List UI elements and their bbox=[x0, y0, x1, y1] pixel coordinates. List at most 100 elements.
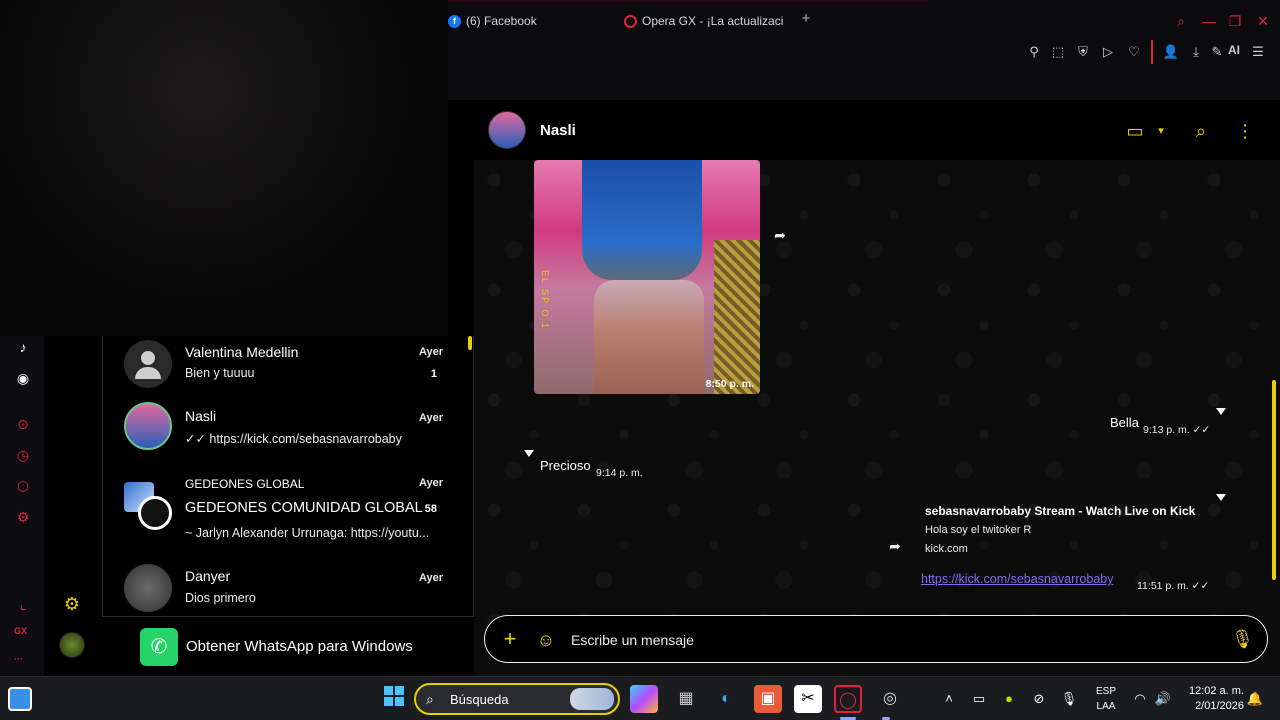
message-link[interactable]: https://kick.com/sebasnavarrobaby bbox=[921, 572, 1113, 586]
avatar bbox=[124, 402, 172, 450]
history-icon[interactable]: ◷ bbox=[13, 445, 33, 465]
microphone-icon[interactable]: 🎙 bbox=[1231, 628, 1254, 650]
shield-icon[interactable]: ⛨ bbox=[1074, 43, 1092, 61]
account-icon[interactable]: 👤 bbox=[1162, 43, 1180, 61]
image-message[interactable]: EL SP O 1 8:50 p. m. bbox=[534, 160, 760, 394]
message-input[interactable] bbox=[571, 630, 1211, 650]
ai-label[interactable]: AI bbox=[1228, 43, 1240, 57]
keyboard-layout[interactable]: LAA bbox=[1092, 701, 1120, 712]
tab-facebook[interactable]: f (6) Facebook bbox=[448, 8, 608, 34]
bubble-tail bbox=[524, 450, 534, 457]
whatsapp-rail bbox=[44, 336, 102, 676]
close-button[interactable]: ✕ bbox=[1254, 12, 1272, 30]
pin-icon[interactable]: ⚲ bbox=[1025, 43, 1043, 61]
message-text: Bella bbox=[1110, 415, 1139, 430]
chat-name: GEDEONES COMUNIDAD GLOBAL bbox=[185, 500, 423, 516]
get-whatsapp-banner[interactable]: ✆ Obtener WhatsApp para Windows bbox=[102, 616, 474, 676]
photo-overlay-text: EL SP O 1 bbox=[540, 270, 550, 331]
app-icon-orange[interactable]: ▣ bbox=[754, 685, 782, 713]
contact-name[interactable]: Nasli bbox=[540, 122, 576, 139]
chat-item-nasli[interactable]: Nasli ✓✓ https://kick.com/sebasnavarroba… bbox=[103, 398, 475, 470]
attach-plus-icon[interactable]: + bbox=[499, 628, 521, 650]
volume-icon[interactable]: 🔊 bbox=[1154, 690, 1172, 708]
gx-sidebar: ♪ ◉ ⊙ ◷ ⬡ ⚙ ⌞ GX ··· bbox=[0, 336, 44, 676]
conversation-scrollbar[interactable] bbox=[1270, 160, 1278, 614]
conversation-header[interactable]: Nasli ▭ ▾ ⌕ ⋮ bbox=[474, 100, 1280, 160]
forward-icon[interactable]: ➦ bbox=[770, 227, 790, 243]
menu-icon[interactable]: ☰ bbox=[1249, 43, 1267, 61]
minimize-button[interactable]: — bbox=[1200, 12, 1218, 30]
chat-preview: Dios primero bbox=[185, 591, 256, 605]
search-tabs-icon[interactable]: ⌕ bbox=[1172, 12, 1190, 30]
chat-item-gedeones[interactable]: GEDEONES GLOBAL GEDEONES COMUNIDAD GLOBA… bbox=[103, 474, 475, 546]
taskbar-search[interactable]: ⌕ Búsqueda bbox=[414, 683, 620, 715]
chat-time: Ayer bbox=[418, 477, 443, 489]
chevron-up-icon[interactable]: ˄ bbox=[940, 690, 958, 708]
play-icon[interactable]: ▷ bbox=[1099, 43, 1117, 61]
tab-opera-gx[interactable]: Opera GX - ¡La actualizaci bbox=[624, 8, 786, 34]
widgets-icon[interactable] bbox=[8, 687, 32, 711]
search-icon: ⌕ bbox=[426, 691, 434, 707]
clock-date[interactable]: 2/01/2026 bbox=[1184, 700, 1244, 712]
opera-gx-profile-icon[interactable]: ◎ bbox=[876, 685, 904, 713]
snapshot-icon[interactable]: ⬚ bbox=[1049, 43, 1067, 61]
message-text: Precioso bbox=[540, 458, 591, 473]
tray-green-icon[interactable]: ● bbox=[1000, 690, 1018, 708]
chat-name: Nasli bbox=[185, 408, 217, 424]
gx-corner-icon[interactable]: ⌞ bbox=[13, 594, 33, 614]
start-windows-icon[interactable] bbox=[380, 685, 408, 713]
chat-preview: ~ Jarlyn Alexander Urrunaga: https://you… bbox=[185, 526, 430, 540]
more-icon[interactable]: ··· bbox=[14, 654, 23, 664]
player-icon[interactable]: ⊙ bbox=[13, 414, 33, 434]
search-highlight-image bbox=[570, 688, 614, 710]
scrollbar-thumb[interactable] bbox=[468, 336, 472, 350]
default-user-body bbox=[135, 367, 161, 379]
chat-preview: ✓✓ https://kick.com/sebasnavarrobaby bbox=[185, 432, 402, 446]
opera-icon bbox=[624, 14, 637, 28]
settings-icon[interactable]: ⚙ bbox=[13, 507, 33, 527]
notification-bell-icon[interactable]: 🔔 bbox=[1246, 690, 1264, 708]
link-preview-title[interactable]: sebasnavarrobaby Stream - Watch Live on … bbox=[925, 504, 1195, 518]
windows-logo bbox=[384, 686, 404, 706]
message-composer: + ☺ 🎙 bbox=[484, 615, 1268, 663]
chat-time: Ayer bbox=[418, 572, 443, 584]
tray-hidden-icon[interactable]: ⊘ bbox=[1030, 690, 1048, 708]
gx-label[interactable]: GX bbox=[14, 626, 27, 636]
video-call-icon[interactable]: ▭ bbox=[1124, 120, 1146, 142]
whatsapp-settings-icon[interactable]: ⚙ bbox=[62, 594, 82, 614]
wifi-icon[interactable]: ◠ bbox=[1131, 690, 1149, 708]
photo-background-detail bbox=[714, 240, 760, 394]
discord-icon[interactable]: ◉ bbox=[13, 368, 33, 388]
clock-time[interactable]: 12:02 a. m. bbox=[1184, 685, 1244, 697]
chevron-down-icon[interactable]: ▾ bbox=[1150, 120, 1172, 142]
copilot-icon[interactable] bbox=[630, 685, 658, 713]
extensions-icon[interactable]: ⬡ bbox=[13, 476, 33, 496]
profile-avatar[interactable] bbox=[59, 632, 85, 658]
search-icon[interactable]: ⌕ bbox=[1190, 120, 1212, 142]
tray-app-icon[interactable]: ▭ bbox=[970, 690, 988, 708]
forward-icon[interactable]: ➦ bbox=[885, 538, 905, 554]
contact-avatar[interactable] bbox=[488, 111, 526, 149]
microphone-icon[interactable]: 🎙 bbox=[1060, 690, 1078, 708]
more-options-icon[interactable]: ⋮ bbox=[1234, 120, 1256, 142]
chat-preview: Bien y tuuuu bbox=[185, 366, 255, 380]
restore-button[interactable]: ❐ bbox=[1226, 12, 1244, 30]
aria-icon[interactable]: ✎ bbox=[1208, 43, 1226, 61]
capcut-icon[interactable]: ✂ bbox=[794, 685, 822, 713]
edge-icon[interactable]: ◐ bbox=[712, 685, 740, 713]
download-icon[interactable]: ⤓ bbox=[1187, 43, 1205, 61]
unread-count: 58 bbox=[424, 503, 437, 515]
scrollbar-thumb[interactable] bbox=[1272, 380, 1276, 580]
unread-count: 1 bbox=[430, 368, 437, 380]
tiktok-icon[interactable]: ♪ bbox=[13, 337, 33, 357]
chat-name: Valentina Medellin bbox=[185, 344, 299, 360]
heart-icon[interactable]: ♡ bbox=[1125, 43, 1143, 61]
facebook-icon: f bbox=[448, 14, 461, 28]
language-indicator[interactable]: ESP bbox=[1092, 686, 1120, 697]
opera-gx-taskbar-icon[interactable]: ◯ bbox=[834, 685, 862, 713]
message-time: 9:13 p. m. ✓✓ bbox=[1143, 424, 1211, 436]
chat-item-valentina[interactable]: Valentina Medellin Bien y tuuuu Ayer 1 bbox=[103, 328, 475, 400]
new-tab-button[interactable]: + bbox=[798, 11, 814, 27]
file-explorer-icon[interactable]: ▦ bbox=[672, 685, 700, 713]
sticker-emoji-icon[interactable]: ☺ bbox=[535, 629, 557, 651]
